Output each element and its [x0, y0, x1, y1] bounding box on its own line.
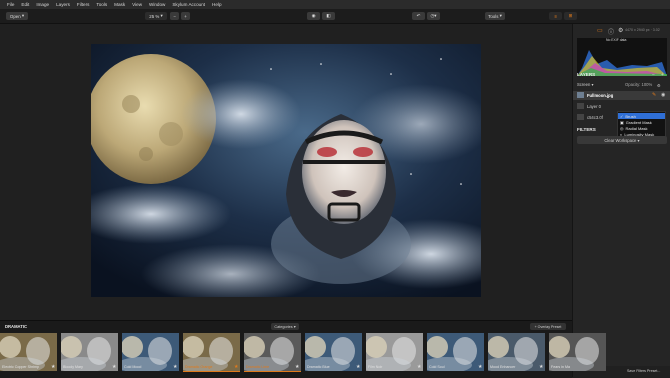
zoom-value: 25 % [149, 13, 160, 19]
favorite-star-icon[interactable]: ★ [295, 364, 299, 370]
categories-label: Categories [274, 324, 293, 329]
preset-label: Fears in Ma [551, 365, 570, 369]
histogram-graph [577, 50, 667, 76]
mask-radial-label: Radial Mask [625, 125, 648, 131]
menu-window[interactable]: Window [149, 2, 165, 7]
menu-edit[interactable]: Edit [21, 2, 29, 7]
histogram-icon[interactable]: ▭ [597, 27, 603, 34]
settings-icon[interactable]: ⚙ [618, 27, 623, 34]
preset-label: Dramatic Blue [307, 365, 330, 369]
preset-label: Film Noir [368, 365, 383, 369]
preset-category-title: DRAMATIC [5, 324, 28, 329]
preset-label: Electric Copper Shrimp [2, 365, 39, 369]
image-info: 4470 x 2940 px · 3.02 [625, 28, 660, 32]
toolbar: Open ▾ 25 % ▾ − + ◉ ◧ ↶ ◷▾ Tools ▾ ≡ ⊞ [0, 9, 670, 24]
menu-bar: File Edit Image Layers Filters Tools Mas… [0, 0, 670, 9]
filters-title: FILTERS [577, 127, 596, 132]
layer-name: Fullmoon.jpg [587, 93, 614, 98]
favorite-star-icon[interactable]: ★ [478, 364, 482, 370]
open-label: Open [9, 13, 21, 19]
favorite-star-icon[interactable]: ★ [173, 364, 177, 370]
visibility-icon[interactable]: ◉ [661, 92, 665, 98]
open-button[interactable]: Open ▾ [6, 12, 28, 20]
favorite-star-icon[interactable]: ★ [112, 364, 116, 370]
blend-mode-select[interactable]: Screen ▾ [577, 82, 594, 87]
overlay-preset-button[interactable]: + Overlay Preset [530, 323, 566, 330]
presets-strip: DRAMATIC Categories ▾ + Overlay Preset E… [0, 320, 606, 378]
preset-label: Mood Enhancer [490, 365, 516, 369]
histogram [577, 38, 667, 76]
menu-file[interactable]: File [7, 2, 14, 7]
layers-title: LAYERS [577, 72, 596, 77]
brush-icon[interactable]: ✎ [652, 92, 656, 98]
layers-toggle-icon[interactable]: ≡ [549, 12, 562, 20]
selected-preset-indicator [244, 371, 301, 372]
favorite-star-icon[interactable]: ★ [51, 364, 55, 370]
categories-select[interactable]: Categories ▾ [271, 323, 299, 330]
info-icon[interactable]: ⓘ [608, 27, 614, 36]
layer-thumbnail [577, 92, 584, 98]
undo-icon[interactable]: ↶ [412, 12, 425, 20]
preset-label: Dramatic Orange [185, 365, 213, 369]
preset-label: Dramatic Lime [246, 365, 270, 369]
exif-status: No EXIF data [606, 38, 627, 42]
clear-workspace-label: Clear Workspace [604, 137, 637, 143]
favorite-star-icon[interactable]: ★ [539, 364, 543, 370]
layer1-thumbnail [577, 114, 584, 120]
preview-eye-icon[interactable]: ◉ [307, 12, 320, 20]
main-image[interactable] [91, 44, 481, 297]
blend-mode-value: Screen [577, 82, 591, 87]
menu-help[interactable]: Help [212, 2, 221, 7]
menu-mask[interactable]: Mask [114, 2, 125, 7]
favorite-star-icon[interactable]: ★ [356, 364, 360, 370]
minus-icon[interactable]: − [652, 72, 655, 78]
zoom-select[interactable]: 25 % ▾ [145, 12, 167, 20]
clear-workspace-button[interactable]: Clear Workspace ▾ [577, 136, 667, 144]
zoom-out-button[interactable]: − [170, 12, 179, 20]
preset-label: Cold Mood [124, 365, 142, 369]
save-preset-button[interactable]: Save Filters Preset... [627, 369, 660, 373]
menu-filters[interactable]: Filters [77, 2, 90, 7]
composite-photo [91, 44, 481, 297]
selected-preset-indicator [183, 371, 240, 372]
compare-icon[interactable]: ◧ [322, 12, 335, 20]
mask-brush-label: Brush [625, 113, 636, 119]
layer0-name[interactable]: Layer 0 [587, 104, 601, 109]
menu-view[interactable]: View [132, 2, 142, 7]
menu-skylum-account[interactable]: Skylum Account [172, 2, 205, 7]
mask-gradient-label: Gradient Mask [625, 119, 652, 125]
preset-label: Bloody Mary [63, 365, 83, 369]
menu-layers[interactable]: Layers [56, 2, 70, 7]
favorite-star-icon[interactable]: ★ [234, 364, 238, 370]
right-panel: ▭ ⓘ ⚙ 4470 x 2940 px · 3.02 No EXIF data… [572, 24, 670, 377]
history-icon[interactable]: ◷▾ [427, 12, 440, 20]
layer1-name[interactable]: c54c3.0f [587, 115, 603, 120]
panels-toggle-icon[interactable]: ⊞ [564, 12, 577, 20]
opacity-settings-icon[interactable]: ⚙ [657, 83, 661, 88]
zoom-in-button[interactable]: + [181, 12, 190, 20]
menu-image[interactable]: Image [36, 2, 49, 7]
tools-label: Tools [488, 13, 499, 19]
menu-tools[interactable]: Tools [96, 2, 107, 7]
layer0-thumbnail [577, 103, 584, 109]
tools-button[interactable]: Tools ▾ [485, 12, 505, 20]
opacity-label[interactable]: Opacity: 100% [625, 82, 652, 87]
add-layer-icon[interactable]: + [661, 72, 664, 78]
preset-label: Cold Soul [429, 365, 445, 369]
favorite-star-icon[interactable]: ★ [417, 364, 421, 370]
